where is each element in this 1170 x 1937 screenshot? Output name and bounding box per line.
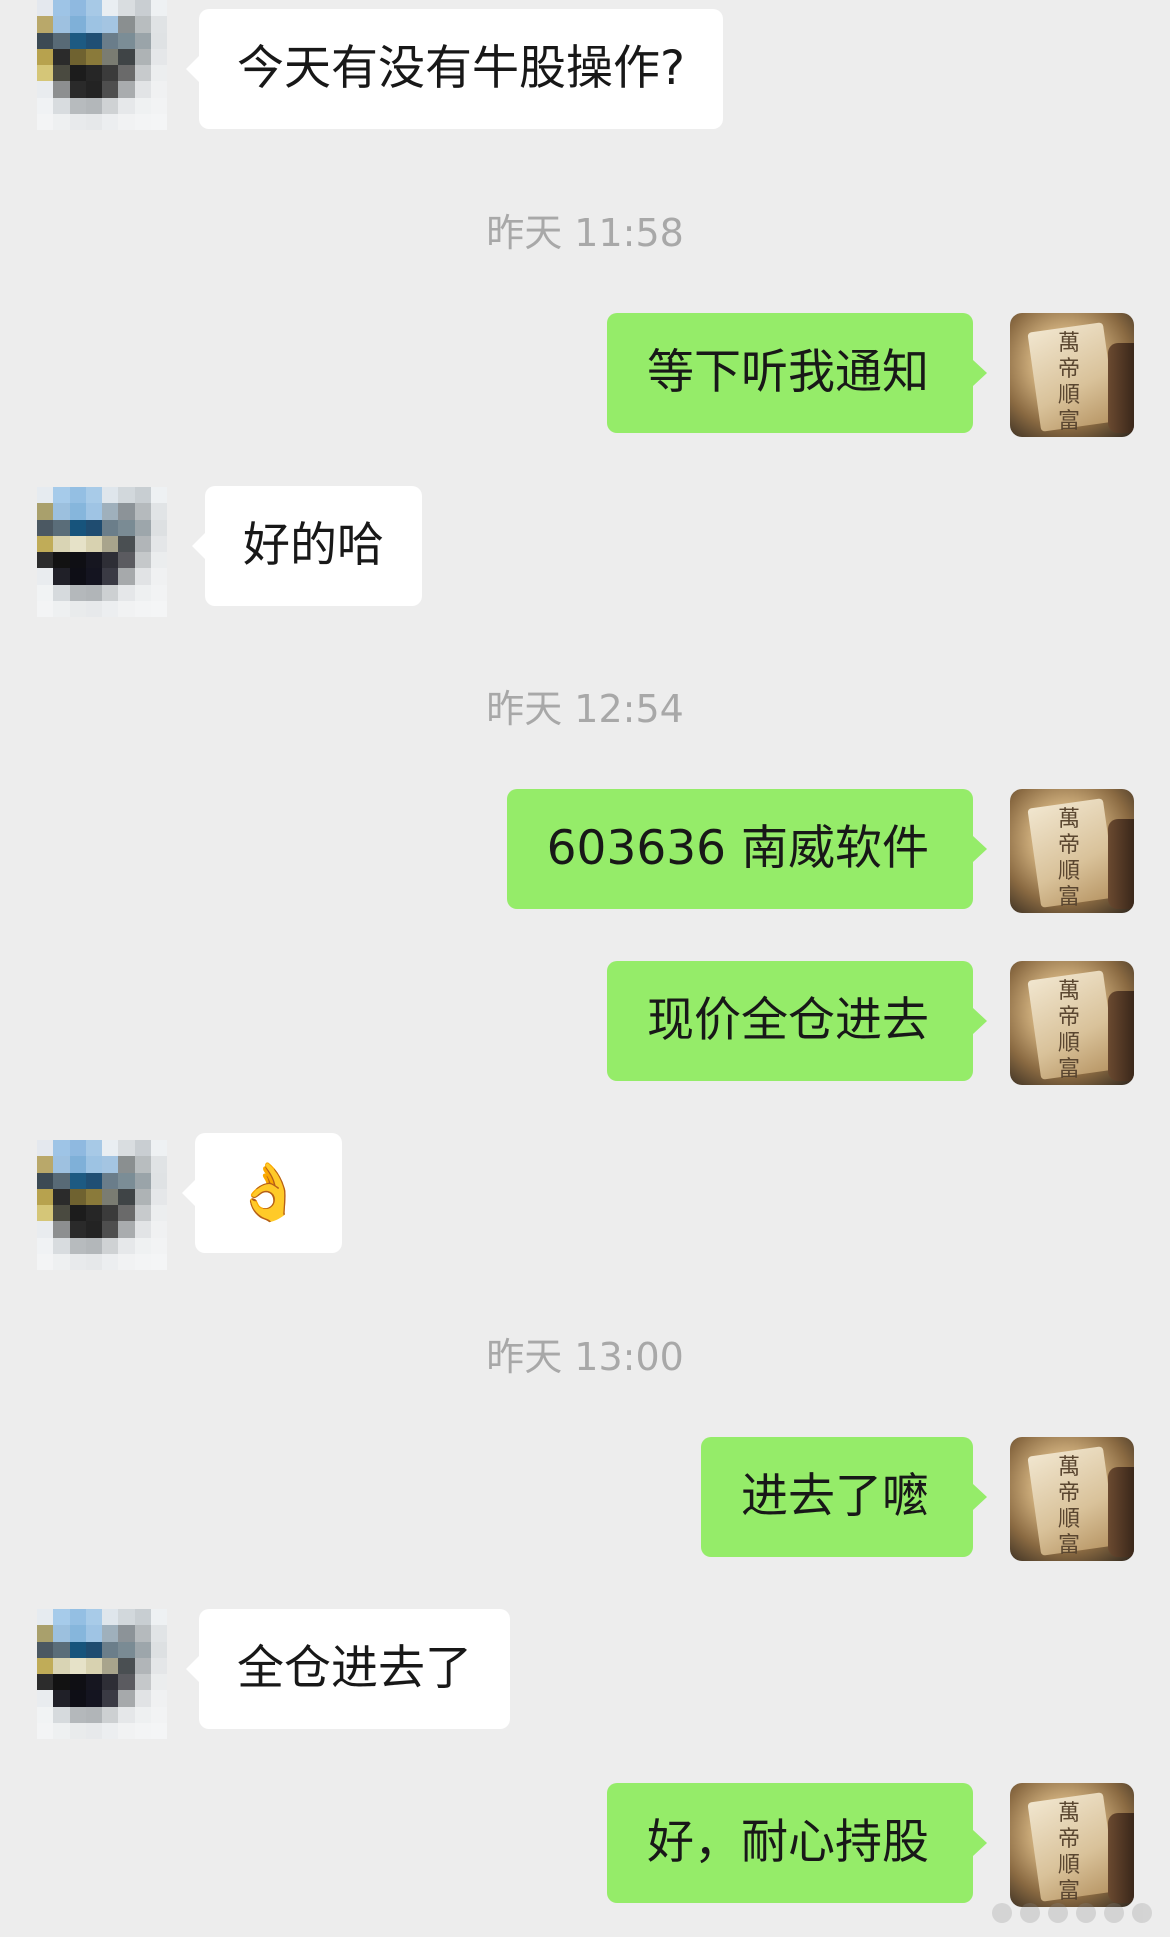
own-avatar-icon[interactable]: 萬帝順富 (1010, 1783, 1140, 1913)
outgoing-message-bubble[interactable]: 进去了嚒 (701, 1437, 987, 1557)
own-avatar-icon[interactable]: 萬帝順富 (1010, 789, 1140, 919)
watermark-dots (992, 1903, 1152, 1923)
incoming-message-bubble[interactable]: 今天有没有牛股操作? (186, 9, 723, 129)
outgoing-message-bubble[interactable]: 现价全仓进去 (607, 961, 987, 1081)
incoming-message-bubble[interactable]: 好的哈 (192, 486, 422, 606)
own-avatar-icon[interactable]: 萬帝順富 (1010, 1437, 1140, 1567)
message-timestamp: 昨天 11:58 (486, 211, 684, 255)
message-timestamp: 昨天 13:00 (486, 1335, 684, 1379)
incoming-message-bubble[interactable]: 全仓进去了 (186, 1609, 510, 1729)
contact-avatar-icon[interactable] (37, 1609, 167, 1739)
ok-hand-emoji-icon: 👌 (233, 1160, 304, 1225)
incoming-message-bubble[interactable]: 👌 (182, 1133, 342, 1253)
outgoing-message-bubble[interactable]: 603636 南威软件 (506, 789, 988, 909)
message-timestamp: 昨天 12:54 (486, 687, 684, 731)
contact-avatar-icon[interactable] (37, 1140, 167, 1270)
contact-avatar-icon[interactable] (37, 487, 167, 617)
own-avatar-icon[interactable]: 萬帝順富 (1010, 961, 1140, 1091)
outgoing-message-bubble[interactable]: 好，耐心持股 (607, 1783, 987, 1903)
contact-avatar-icon[interactable] (37, 0, 167, 130)
own-avatar-icon[interactable]: 萬帝順富 (1010, 313, 1140, 443)
outgoing-message-bubble[interactable]: 等下听我通知 (607, 313, 987, 433)
